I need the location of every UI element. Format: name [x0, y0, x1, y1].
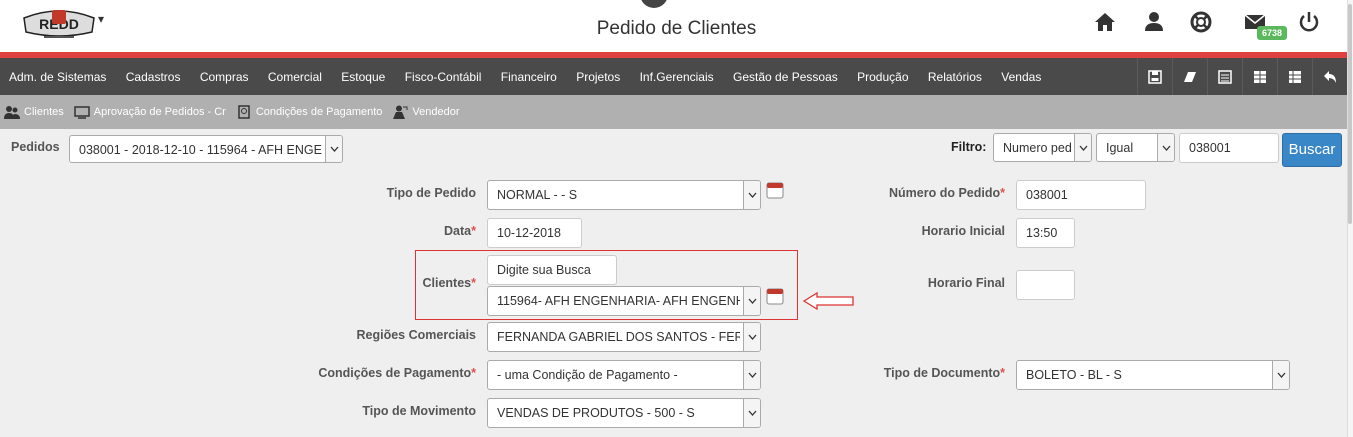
regioes-label: Regiões Comerciais	[356, 328, 477, 342]
scrollbar-thumb[interactable]	[1348, 4, 1352, 224]
data-label: Data*	[444, 224, 476, 238]
grid-alt-icon[interactable]	[1277, 58, 1312, 95]
main-menu: Adm. de Sistemas Cadastros Compras Comercia…	[0, 58, 1347, 95]
toolbar-actions	[1137, 58, 1347, 95]
user-icon[interactable]	[1142, 10, 1166, 34]
menu-item-gestão-de-pessoas[interactable]: Gestão de Pessoas	[723, 70, 847, 84]
horario-inicial-input[interactable]: 13:50	[1016, 218, 1075, 248]
clientes-search-input[interactable]: Digite sua Busca	[487, 255, 617, 285]
approval-icon	[74, 106, 90, 119]
lifebuoy-icon[interactable]	[1189, 10, 1213, 34]
menu-item-comercial[interactable]: Comercial	[258, 70, 331, 84]
chevron-down-icon	[325, 136, 342, 162]
chevron-down-icon	[743, 399, 760, 427]
home-icon[interactable]	[1093, 10, 1117, 34]
menu-item-financeiro[interactable]: Financeiro	[491, 70, 566, 84]
condicoes-label: Condições de Pagamento*	[318, 366, 476, 380]
tipo-movimento-select[interactable]: VENDAS DE PRODUTOS - 500 - S	[487, 398, 761, 428]
top-knob	[640, 0, 668, 8]
filtro-field-select[interactable]: Numero ped	[993, 133, 1092, 162]
chevron-down-icon	[743, 287, 760, 315]
tipo-pedido-label: Tipo de Pedido	[386, 186, 476, 200]
scrollbar[interactable]	[1347, 0, 1353, 437]
arrow-left-icon	[803, 292, 854, 310]
clients-icon	[4, 106, 20, 119]
menu-item-vendas[interactable]: Vendas	[992, 70, 1051, 84]
tipo-documento-select[interactable]: BOLETO - BL - S	[1016, 360, 1290, 390]
filtro-operator-select[interactable]: Igual	[1096, 133, 1175, 162]
seller-icon	[393, 105, 408, 119]
sub-item-condicoes[interactable]: Condições de Pagamento	[236, 105, 382, 119]
chevron-down-icon	[743, 323, 760, 351]
numero-pedido-label: Número do Pedido*	[889, 186, 1005, 200]
sub-item-vendedor[interactable]: Vendedor	[392, 105, 460, 119]
menu-item-estoque[interactable]: Estoque	[332, 70, 395, 84]
buscar-button[interactable]: Buscar	[1282, 133, 1342, 167]
tipo-pedido-select[interactable]: NORMAL - - S	[487, 180, 761, 210]
menu-item-cadastros[interactable]: Cadastros	[116, 70, 190, 84]
save-icon[interactable]	[1137, 58, 1172, 95]
undo-icon[interactable]	[1312, 58, 1347, 95]
filtro-label: Filtro:	[951, 140, 987, 154]
chevron-down-icon	[743, 361, 760, 389]
sub-toolbar: Clientes Aprovação de Pedidos - Cr Condi…	[0, 95, 1347, 129]
grid-icon[interactable]	[1242, 58, 1277, 95]
mail-count-badge: 6738	[1257, 26, 1288, 40]
chevron-down-icon	[1157, 134, 1174, 161]
tipo-documento-label: Tipo de Documento*	[883, 366, 1005, 380]
eraser-icon[interactable]	[1172, 58, 1207, 95]
sub-item-clientes[interactable]: Clientes	[4, 105, 64, 119]
menu-item-adm-de-sistemas[interactable]: Adm. de Sistemas	[0, 70, 116, 84]
calendar-icon[interactable]	[766, 287, 784, 305]
chevron-down-icon	[1074, 134, 1091, 161]
sub-item-aprovacao[interactable]: Aprovação de Pedidos - Cr	[74, 105, 226, 119]
calendar-icon[interactable]	[766, 181, 784, 199]
pedidos-select[interactable]: 038001 - 2018-12-10 - 115964 - AFH ENGEN	[69, 135, 343, 163]
menu-item-projetos[interactable]: Projetos	[567, 70, 630, 84]
filtro-value-input[interactable]: 038001	[1179, 133, 1279, 163]
horario-final-label: Horario Final	[927, 276, 1005, 290]
menu-item-produção[interactable]: Produção	[847, 70, 918, 84]
clientes-label: Clientes*	[422, 276, 476, 290]
horario-inicial-label: Horario Inicial	[921, 224, 1005, 238]
horario-final-input[interactable]	[1016, 270, 1075, 300]
numero-pedido-input[interactable]: 038001	[1016, 180, 1146, 210]
pedidos-label: Pedidos	[11, 140, 60, 154]
regioes-select[interactable]: FERNANDA GABRIEL DOS SANTOS - FERNAN	[487, 322, 761, 352]
menu-item-inf-gerenciais[interactable]: Inf.Gerenciais	[630, 70, 723, 84]
menu-item-fisco-contábil[interactable]: Fisco-Contábil	[395, 70, 491, 84]
payment-icon	[238, 105, 250, 119]
menu-item-relatórios[interactable]: Relatórios	[918, 70, 991, 84]
data-input[interactable]: 10-12-2018	[487, 218, 582, 248]
condicoes-select[interactable]: - uma Condição de Pagamento -	[487, 360, 761, 390]
app-header: REDD ▾ Pedido de Clientes 6738	[0, 0, 1353, 52]
chevron-down-icon	[743, 181, 760, 209]
chevron-down-icon	[1272, 361, 1289, 389]
clientes-select[interactable]: 115964- AFH ENGENHARIA- AFH ENGENHAR	[487, 286, 761, 316]
list-icon[interactable]	[1207, 58, 1242, 95]
power-icon[interactable]	[1297, 10, 1321, 34]
menu-item-compras[interactable]: Compras	[190, 70, 258, 84]
tipo-movimento-label: Tipo de Movimento	[362, 404, 476, 418]
